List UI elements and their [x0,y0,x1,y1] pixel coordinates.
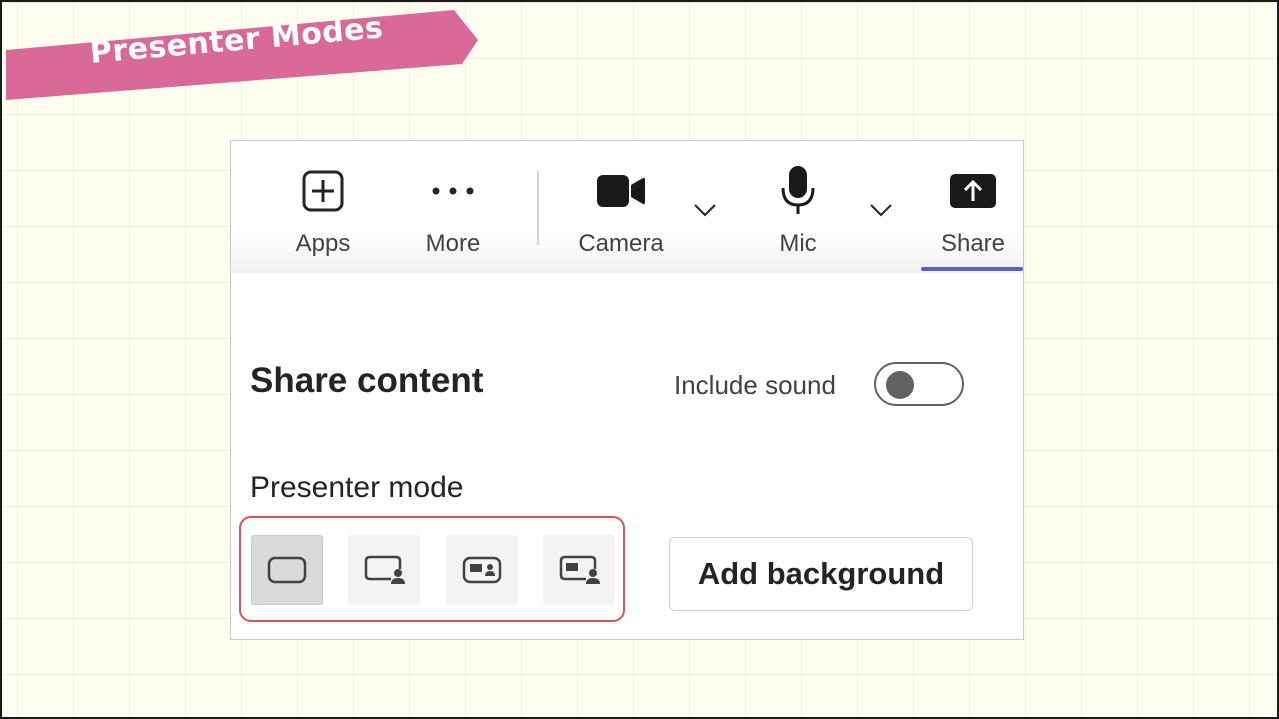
share-button[interactable]: Share [923,167,1023,258]
share-content-heading: Share content [250,361,484,400]
share-active-indicator [921,267,1023,271]
mode-content-only-button[interactable] [251,535,323,605]
camera-label: Camera [578,230,664,257]
mic-icon [748,166,848,215]
mode-standout-button[interactable] [348,535,420,605]
standout-icon [364,555,405,584]
include-sound-label: Include sound [674,370,836,400]
content-only-icon [267,556,307,584]
meeting-toolbar: Apps More Camera Mic Share [231,141,1023,273]
add-background-button[interactable]: Add background [669,537,973,611]
apps-icon [273,167,373,215]
presenter-mode-label: Presenter mode [250,471,464,504]
camera-icon [571,167,671,215]
mic-options-chevron-icon[interactable] [869,199,893,219]
mic-label: Mic [779,230,817,257]
slide-frame: Presenter Modes Apps More Camera Mic Sha… [0,0,1279,719]
mic-button[interactable]: Mic [748,166,848,258]
share-label: Share [940,230,1006,257]
mode-side-by-side-button[interactable] [446,535,518,605]
include-sound-toggle[interactable] [874,362,964,406]
reporter-icon [559,555,600,584]
toggle-knob [886,371,914,399]
title-banner: Presenter Modes [6,10,478,102]
camera-button[interactable]: Camera [571,167,671,258]
side-by-side-icon [462,556,502,584]
apps-label: Apps [295,230,351,257]
more-label: More [425,230,481,257]
share-icon [923,167,1023,215]
mode-reporter-button[interactable] [543,535,615,605]
teams-share-panel: Apps More Camera Mic Share Share content… [230,140,1024,640]
more-icon [403,167,503,215]
toolbar-divider [537,171,539,245]
more-button[interactable]: More [403,167,503,258]
apps-button[interactable]: Apps [273,167,373,258]
camera-options-chevron-icon[interactable] [693,199,717,219]
